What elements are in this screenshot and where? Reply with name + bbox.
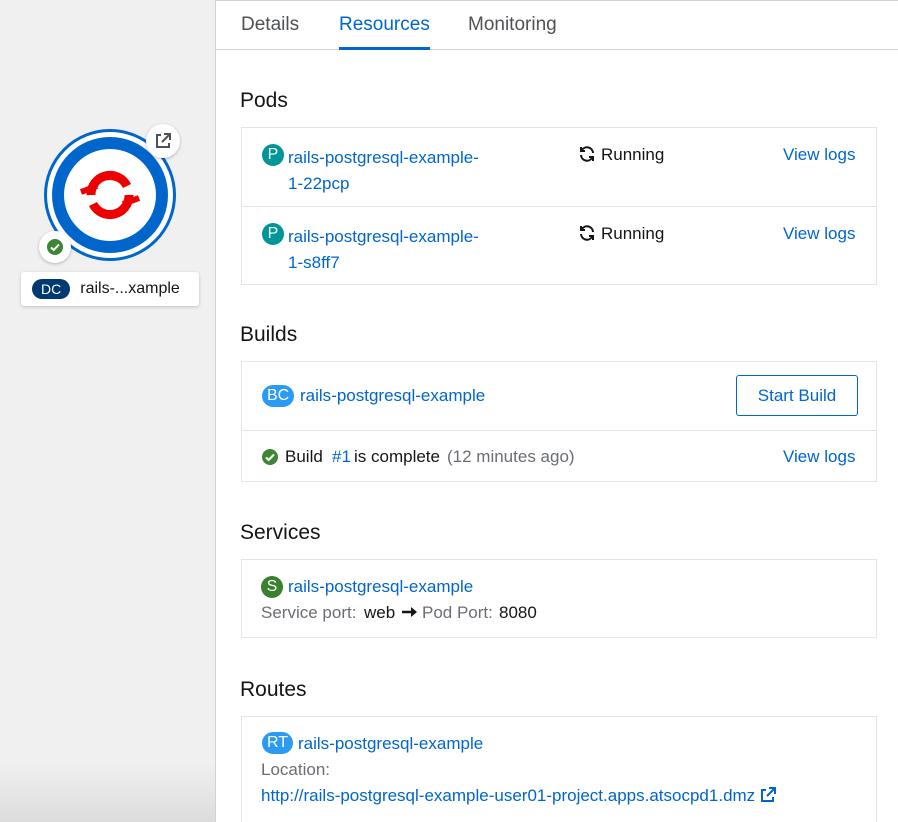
start-build-button[interactable]: Start Build: [736, 375, 858, 416]
builds-heading: Builds: [240, 323, 298, 346]
build-status: is complete: [354, 447, 440, 466]
view-logs-link[interactable]: View logs: [783, 224, 855, 244]
builds-card: BC rails-postgresql-example Start Build …: [241, 361, 877, 482]
route-url-link[interactable]: http://rails-postgresql-example-user01-p…: [261, 786, 776, 806]
tab-monitoring[interactable]: Monitoring: [468, 14, 557, 50]
build-time: (12 minutes ago): [447, 447, 575, 466]
routes-card: RT rails-postgresql-example Location: ht…: [241, 716, 877, 822]
tab-details[interactable]: Details: [241, 14, 299, 50]
build-config-row: BC rails-postgresql-example Start Build: [242, 362, 876, 430]
build-config-link[interactable]: rails-postgresql-example: [300, 386, 485, 406]
routes-heading: Routes: [240, 678, 307, 701]
services-heading: Services: [240, 521, 321, 544]
list-item: P rails-postgresql-example- 1-22pcp Runni…: [242, 128, 876, 206]
node-label[interactable]: DC rails-...xample: [21, 272, 199, 306]
tab-resources[interactable]: Resources: [339, 14, 430, 50]
pod-status: Running: [601, 145, 665, 164]
pod-link[interactable]: rails-postgresql-example- 1-22pcp: [288, 145, 479, 197]
check-circle-icon: [261, 448, 279, 471]
view-logs-link[interactable]: View logs: [783, 145, 855, 165]
side-panel: Details Resources Monitoring Pods P rail…: [215, 0, 898, 822]
pod-port-label: Pod Port:: [422, 603, 493, 622]
service-port-label: Service port:: [261, 603, 357, 622]
status-ok-icon: [39, 231, 71, 263]
pod-status: Running: [601, 224, 665, 243]
openshift-logo-icon: [79, 170, 141, 220]
build-row: Build #1 is complete (12 minutes ago) Vi…: [242, 430, 876, 482]
external-link-icon: [760, 787, 776, 802]
build-label: Build: [285, 447, 323, 466]
arrow-right-icon: [401, 604, 419, 625]
location-label: Location:: [261, 760, 330, 779]
open-url-icon[interactable]: [146, 124, 180, 158]
build-number-link[interactable]: #1: [332, 447, 351, 467]
pods-card: P rails-postgresql-example- 1-22pcp Runni…: [241, 127, 877, 285]
route-link[interactable]: rails-postgresql-example: [298, 734, 483, 754]
rt-badge: RT: [262, 732, 294, 754]
bc-badge: BC: [262, 385, 295, 407]
service-link[interactable]: rails-postgresql-example: [288, 577, 473, 597]
pod-badge: P: [262, 223, 284, 245]
sync-icon: [578, 224, 596, 247]
service-port-value: web: [364, 603, 396, 622]
topology-canvas[interactable]: DC rails-...xample: [0, 0, 215, 822]
services-card: S rails-postgresql-example Service port:…: [241, 559, 877, 638]
sync-icon: [578, 145, 596, 168]
list-item: P rails-postgresql-example- 1-s8ff7 Runni…: [242, 206, 876, 284]
dc-badge: DC: [32, 279, 71, 299]
service-badge: S: [261, 576, 283, 598]
node-name: rails-...xample: [80, 280, 180, 297]
pods-heading: Pods: [240, 89, 288, 112]
tab-bar: Details Resources Monitoring: [216, 4, 898, 50]
pod-port-value: 8080: [499, 603, 537, 622]
pod-badge: P: [262, 144, 284, 166]
pod-link[interactable]: rails-postgresql-example- 1-s8ff7: [288, 224, 479, 276]
view-logs-link[interactable]: View logs: [783, 447, 855, 467]
